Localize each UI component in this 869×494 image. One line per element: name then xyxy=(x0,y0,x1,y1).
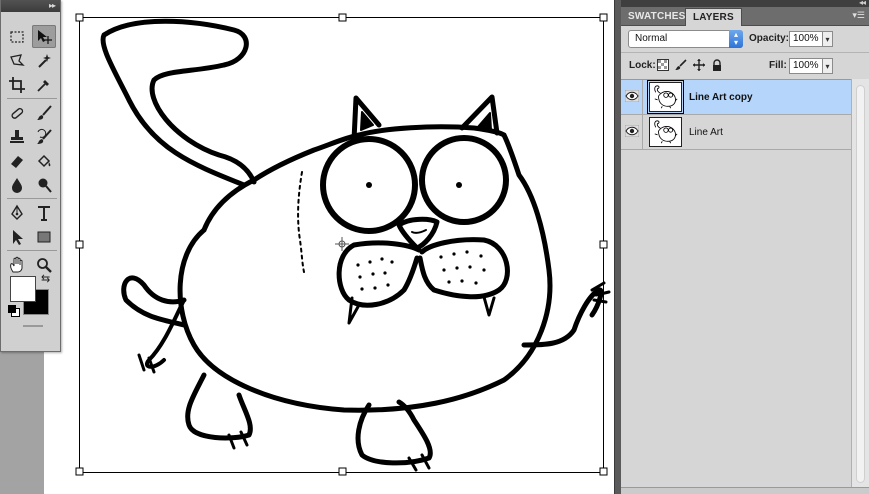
tools-panel: ▸▸ ⇆ xyxy=(0,0,61,352)
layer-thumbnail xyxy=(649,117,682,147)
eraser-tool-icon[interactable] xyxy=(5,149,29,172)
select-arrows-icon: ▴ ▾ xyxy=(729,30,743,48)
collapse-arrows-icon[interactable]: ▸▸ xyxy=(49,2,56,10)
blur-tool-icon[interactable] xyxy=(5,173,29,196)
move-tool-icon[interactable] xyxy=(32,25,56,48)
default-colors-icon[interactable] xyxy=(8,305,20,317)
layer-row-line-art-copy[interactable]: Line Art copy xyxy=(621,80,851,115)
dodge-tool-icon[interactable] xyxy=(32,173,56,196)
visibility-toggle[interactable] xyxy=(621,80,643,115)
pen-tool-icon[interactable] xyxy=(5,201,29,224)
rectangle-tool-icon[interactable] xyxy=(32,225,56,248)
lasso-tool-icon[interactable] xyxy=(5,49,29,72)
swap-colors-icon[interactable]: ⇆ xyxy=(41,272,50,285)
marquee-tool-icon[interactable] xyxy=(5,25,29,48)
clone-stamp-tool-icon[interactable] xyxy=(5,125,29,148)
layer-thumbnail xyxy=(647,80,684,114)
tab-layers[interactable]: LAYERS xyxy=(685,8,742,26)
eye-icon[interactable] xyxy=(625,90,639,102)
panel-menu-icon[interactable]: ▾☰ xyxy=(852,10,865,21)
layers-bottom-toolbar xyxy=(621,487,869,494)
blend-mode-value: Normal xyxy=(635,33,668,44)
opacity-dropdown-icon[interactable]: ▾ xyxy=(823,31,833,47)
tools-divider xyxy=(7,198,57,199)
fill-label: Fill: xyxy=(769,60,787,71)
lock-label: Lock: xyxy=(629,60,656,71)
blend-mode-select[interactable]: Normal ▴ ▾ xyxy=(628,30,743,48)
tools-panel-header[interactable]: ▸▸ xyxy=(1,0,60,12)
opacity-label: Opacity: xyxy=(749,33,790,44)
layer-row-line-art[interactable]: Line Art xyxy=(621,115,851,150)
lock-position-icon[interactable] xyxy=(693,59,705,71)
paint-bucket-tool-icon[interactable] xyxy=(32,149,56,172)
layers-scrollbar[interactable] xyxy=(851,79,869,494)
panel-dock-strip xyxy=(614,0,621,494)
layers-panel: ◂◂ SWATCHES LAYERS ▾☰ Normal ▴ ▾ Opacity:… xyxy=(621,0,869,494)
layer-name[interactable]: Line Art copy xyxy=(689,92,753,103)
magic-wand-tool-icon[interactable] xyxy=(32,49,56,72)
panel-titlebar[interactable]: ◂◂ xyxy=(621,0,869,7)
quick-mask-button[interactable] xyxy=(23,325,43,327)
lock-all-icon[interactable] xyxy=(711,59,723,71)
lock-transparency-icon[interactable] xyxy=(657,59,669,71)
layer-name[interactable]: Line Art xyxy=(689,127,723,138)
layers-list: Line Art copy Line Art xyxy=(621,79,851,494)
eye-icon[interactable] xyxy=(625,125,639,137)
panel-tabbar: SWATCHES LAYERS ▾☰ xyxy=(621,7,869,26)
tools-divider xyxy=(7,250,57,251)
tab-swatches[interactable]: SWATCHES xyxy=(621,8,693,26)
tools-divider xyxy=(7,98,57,99)
brush-tool-icon[interactable] xyxy=(32,101,56,124)
type-tool-icon[interactable] xyxy=(32,201,56,224)
foreground-color-swatch[interactable] xyxy=(10,276,36,302)
opacity-field[interactable]: 100% xyxy=(789,31,823,47)
crop-tool-icon[interactable] xyxy=(5,73,29,96)
scrollbar-track[interactable] xyxy=(856,85,865,483)
panel-divider xyxy=(621,52,869,53)
path-selection-tool-icon[interactable] xyxy=(5,225,29,248)
collapse-arrows-icon[interactable]: ◂◂ xyxy=(859,0,866,7)
hand-tool-icon[interactable] xyxy=(5,253,29,276)
eyedropper-tool-icon[interactable] xyxy=(32,73,56,96)
lock-pixels-icon[interactable] xyxy=(675,59,687,71)
fill-field[interactable]: 100% xyxy=(789,58,823,74)
fill-dropdown-icon[interactable]: ▾ xyxy=(823,58,833,74)
history-brush-tool-icon[interactable] xyxy=(32,125,56,148)
visibility-toggle[interactable] xyxy=(621,115,643,150)
healing-brush-tool-icon[interactable] xyxy=(5,101,29,124)
cat-line-art xyxy=(75,13,611,476)
blend-row: Normal ▴ ▾ Opacity: 100% ▾ xyxy=(621,27,869,51)
